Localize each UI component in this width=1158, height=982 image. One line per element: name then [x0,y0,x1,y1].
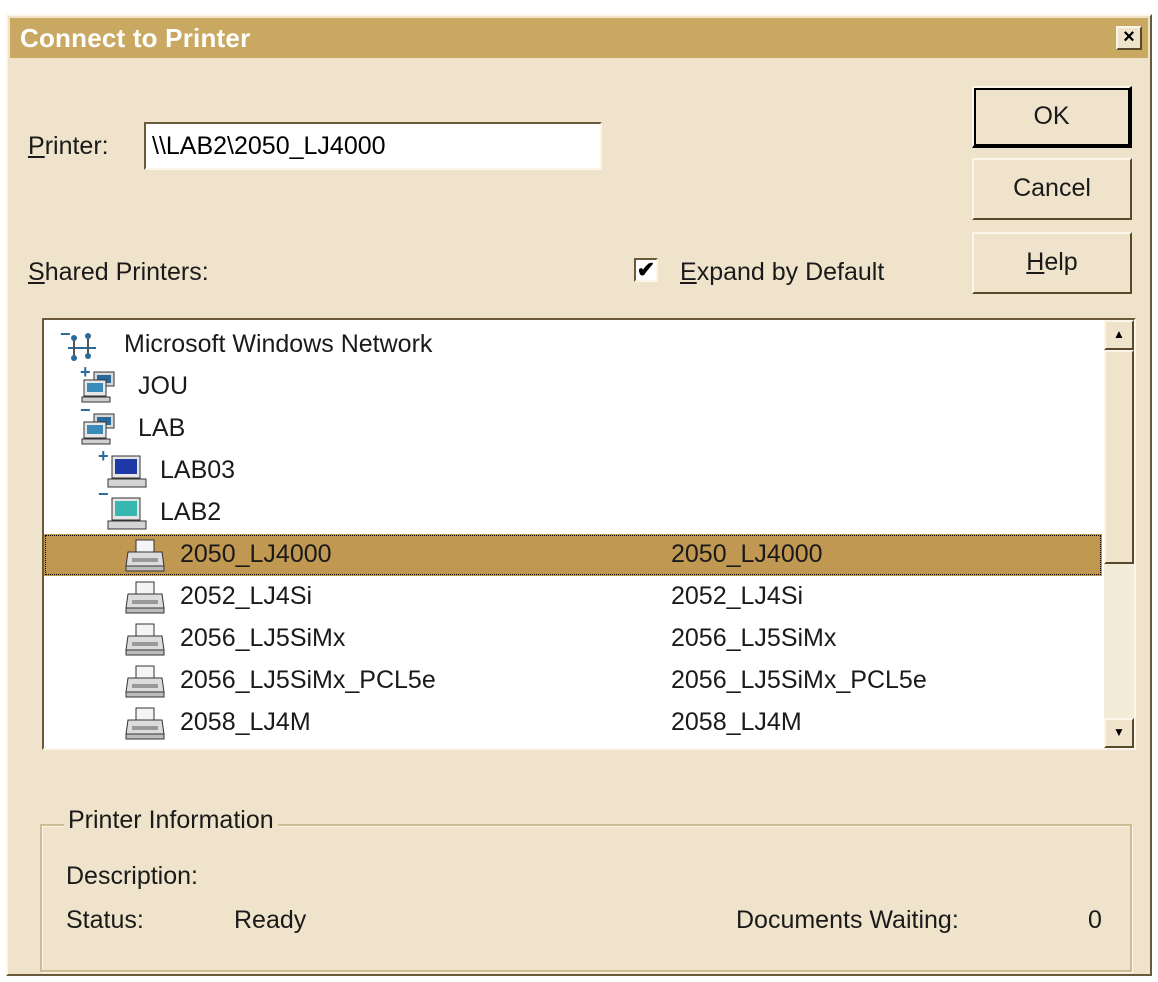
shared-printers-tree[interactable]: − Microsoft Windows Network + JOU − LAB … [42,318,1136,750]
expand-by-default-checkbox[interactable]: ✔ [634,258,658,282]
title-bar[interactable]: Connect to Printer × [10,18,1148,58]
printer-name: 2058_LJ4M [180,708,311,736]
printer-icon [125,707,165,740]
printer-name: 2056_LJ5SiMx [180,624,346,652]
workgroup-icon [81,371,115,403]
tree-item-printer-2052-lj4si[interactable]: 2052_LJ4Si 2052_LJ4Si [44,576,1102,618]
tree-item-label: LAB2 [160,498,222,526]
workgroup-icon [81,413,115,445]
printer-label: Printer: [28,132,109,160]
help-button[interactable]: Help [972,232,1132,294]
computer-icon [107,455,147,488]
ok-button[interactable]: OK [972,86,1132,148]
close-icon: × [1123,26,1135,48]
tree-item-printer-2056-lj5simx-pcl5e[interactable]: 2056_LJ5SiMx_PCL5e 2056_LJ5SiMx_PCL5e [44,660,1102,702]
arrow-down-icon: ▼ [1113,725,1125,739]
documents-waiting-value: 0 [1088,906,1102,934]
printer-comment: 2056_LJ5SiMx [671,624,837,652]
scrollbar-thumb[interactable] [1104,350,1134,564]
checkmark-icon: ✔ [636,257,656,282]
scroll-up-button[interactable]: ▲ [1104,320,1134,350]
tree-item-printer-2058-lj4m[interactable]: 2058_LJ4M 2058_LJ4M [44,702,1102,744]
printer-name: 2050_LJ4000 [180,540,332,568]
printer-name: 2056_LJ5SiMx_PCL5e [180,666,436,694]
status-label: Status: [66,906,144,934]
status-value: Ready [234,906,307,934]
printer-comment: 2050_LJ4000 [671,540,823,568]
printer-icon [125,539,165,572]
network-icon [68,333,96,361]
scroll-down-button[interactable]: ▼ [1104,718,1134,748]
printer-icon [125,623,165,656]
dialog-title: Connect to Printer [20,23,251,53]
arrow-up-icon: ▲ [1113,327,1125,341]
expand-by-default-label[interactable]: Expand by Default [680,258,884,287]
close-button[interactable]: × [1116,26,1142,50]
tree-item-lab03[interactable]: + LAB03 [44,446,1102,492]
tree-item-printer-2056-lj5simx[interactable]: 2056_LJ5SiMx 2056_LJ5SiMx [44,618,1102,660]
printer-comment: 2058_LJ4M [671,708,802,736]
tree-item-network[interactable]: − Microsoft Windows Network [44,324,1102,366]
printer-path-input[interactable] [144,122,602,170]
printer-name: 2052_LJ4Si [180,582,313,610]
tree-item-label: JOU [138,372,188,400]
printer-comment: 2052_LJ4Si [671,582,804,610]
tree-item-label: LAB [138,414,186,442]
cancel-button[interactable]: Cancel [972,158,1132,220]
tree-item-printer-2050-lj4000[interactable]: 2050_LJ4000 2050_LJ4000 [44,534,1102,576]
tree-item-jou[interactable]: + JOU [44,362,1102,408]
printer-information-group: Printer Information Description: Status:… [40,806,1132,972]
connect-to-printer-dialog: Connect to Printer × Printer: OK Cancel … [6,14,1152,976]
tree-item-lab[interactable]: − LAB [44,400,1102,450]
tree-item-lab2[interactable]: − LAB2 [44,484,1102,534]
printer-icon [125,581,165,614]
documents-waiting-label: Documents Waiting: [736,906,959,934]
printer-comment: 2056_LJ5SiMx_PCL5e [671,666,927,694]
tree-item-label: LAB03 [160,456,236,484]
printer-information-legend: Printer Information [64,806,278,835]
computer-icon [107,497,147,530]
printer-icon [125,665,165,698]
tree-item-label: Microsoft Windows Network [124,330,433,358]
tree-scrollbar[interactable]: ▲ ▼ [1104,320,1134,748]
description-label: Description: [66,862,198,890]
shared-printers-label: Shared Printers: [28,258,209,286]
